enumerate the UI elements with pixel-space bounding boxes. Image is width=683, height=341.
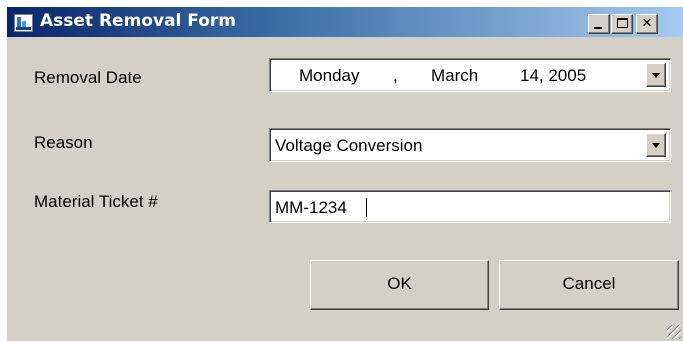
maximize-icon bbox=[617, 18, 628, 28]
removal-date-picker[interactable]: Monday , March 14, 2005 bbox=[269, 58, 671, 92]
reason-value: Voltage Conversion bbox=[275, 136, 423, 155]
resize-grip-icon[interactable] bbox=[667, 325, 681, 339]
chevron-down-icon bbox=[652, 143, 660, 148]
maximize-button[interactable] bbox=[611, 14, 633, 34]
close-button[interactable]: ✕ bbox=[636, 14, 658, 34]
material-ticket-label: Material Ticket # bbox=[34, 192, 158, 211]
date-month[interactable]: March bbox=[431, 66, 478, 86]
minimize-icon bbox=[594, 27, 602, 29]
chevron-down-icon bbox=[652, 73, 660, 78]
reason-label: Reason bbox=[34, 133, 93, 152]
date-weekday[interactable]: Monday bbox=[299, 66, 359, 86]
asset-app-icon[interactable] bbox=[14, 14, 33, 32]
removal-date-label: Removal Date bbox=[34, 68, 142, 87]
reason-dropdown-button[interactable] bbox=[646, 133, 666, 157]
ok-button[interactable]: OK bbox=[310, 260, 489, 310]
window-title: Asset Removal Form bbox=[40, 11, 236, 31]
text-caret bbox=[366, 198, 367, 217]
date-dropdown-button[interactable] bbox=[646, 63, 666, 87]
material-ticket-input[interactable]: MM-1234 bbox=[269, 190, 671, 223]
date-day-year[interactable]: 14, 2005 bbox=[520, 66, 586, 86]
cancel-button[interactable]: Cancel bbox=[499, 260, 679, 310]
date-separator: , bbox=[393, 66, 398, 85]
reason-select[interactable]: Voltage Conversion bbox=[269, 128, 671, 162]
minimize-button[interactable] bbox=[588, 14, 610, 34]
title-bar[interactable]: Asset Removal Form ✕ bbox=[7, 7, 683, 37]
material-ticket-value: MM-1234 bbox=[275, 198, 347, 217]
close-icon: ✕ bbox=[641, 16, 653, 31]
asset-removal-window: Asset Removal Form ✕ Removal Date Monday… bbox=[6, 6, 683, 341]
